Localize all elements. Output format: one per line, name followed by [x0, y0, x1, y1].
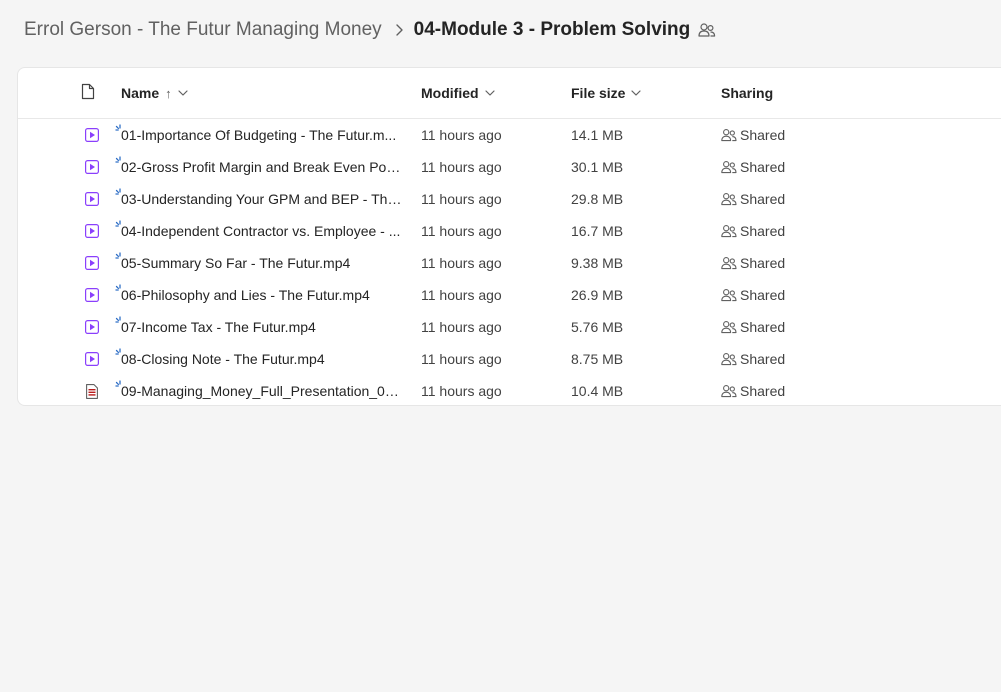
modified-column-header[interactable]: Modified	[421, 68, 495, 118]
file-row[interactable]: 07-Income Tax - The Futur.mp4 11 hours ag…	[18, 311, 1001, 343]
file-name-link[interactable]: 09-Managing_Money_Full_Presentation_06_.…	[121, 375, 403, 407]
sharing-label: Shared	[740, 127, 786, 143]
shared-people-icon	[721, 256, 740, 270]
sharing-label: Shared	[740, 351, 786, 367]
file-size: 8.75 MB	[571, 351, 624, 367]
chevron-down-icon	[631, 90, 642, 96]
chevron-right-icon	[394, 23, 404, 37]
file-row[interactable]: 09-Managing_Money_Full_Presentation_06_.…	[18, 375, 1001, 407]
file-modified: 11 hours ago	[421, 223, 502, 239]
video-file-icon	[84, 223, 100, 239]
shared-people-icon	[721, 352, 740, 366]
file-row[interactable]: 06-Philosophy and Lies - The Futur.mp4 11…	[18, 279, 1001, 311]
file-size: 30.1 MB	[571, 159, 624, 175]
video-file-icon	[84, 255, 100, 271]
sharing-status[interactable]: Shared	[721, 343, 785, 375]
pdf-file-icon	[84, 383, 100, 399]
shared-people-icon[interactable]	[698, 22, 716, 38]
file-row[interactable]: 01-Importance Of Budgeting - The Futur.m…	[18, 119, 1001, 151]
shared-people-icon	[721, 160, 740, 174]
sharing-status[interactable]: Shared	[721, 279, 785, 311]
file-size-column-header[interactable]: File size	[571, 68, 642, 118]
document-icon	[81, 83, 95, 103]
video-file-icon	[84, 159, 100, 175]
sharing-status[interactable]: Shared	[721, 119, 785, 151]
sharing-label: Shared	[740, 383, 786, 399]
file-modified: 11 hours ago	[421, 319, 502, 335]
file-modified: 11 hours ago	[421, 287, 502, 303]
file-name-link[interactable]: 04-Independent Contractor vs. Employee -…	[121, 215, 403, 247]
file-modified: 11 hours ago	[421, 127, 502, 143]
file-row[interactable]: 02-Gross Profit Margin and Break Even Po…	[18, 151, 1001, 183]
shared-people-icon	[721, 384, 740, 398]
file-name-link[interactable]: 05-Summary So Far - The Futur.mp4	[121, 247, 403, 279]
sharing-header-label: Sharing	[721, 85, 774, 101]
chevron-down-icon	[178, 90, 188, 96]
file-row[interactable]: 05-Summary So Far - The Futur.mp4 11 hour…	[18, 247, 1001, 279]
file-size: 9.38 MB	[571, 255, 624, 271]
file-size: 26.9 MB	[571, 287, 624, 303]
sharing-label: Shared	[740, 159, 786, 175]
file-modified: 11 hours ago	[421, 351, 502, 367]
sharing-status[interactable]: Shared	[721, 151, 785, 183]
file-list-header: Name ↑ Modified File size Sharing	[18, 68, 1001, 119]
file-name-link[interactable]: 06-Philosophy and Lies - The Futur.mp4	[121, 279, 403, 311]
shared-people-icon	[721, 224, 740, 238]
file-name-link[interactable]: 02-Gross Profit Margin and Break Even Po…	[121, 151, 403, 183]
chevron-down-icon	[484, 90, 495, 96]
file-rows: 01-Importance Of Budgeting - The Futur.m…	[18, 119, 1001, 407]
sharing-status[interactable]: Shared	[721, 375, 785, 407]
name-header-label: Name	[121, 85, 160, 101]
sharing-label: Shared	[740, 191, 786, 207]
file-modified: 11 hours ago	[421, 255, 502, 271]
file-size: 5.76 MB	[571, 319, 624, 335]
video-file-icon	[84, 319, 100, 335]
file-size: 16.7 MB	[571, 223, 624, 239]
file-modified: 11 hours ago	[421, 383, 502, 399]
shared-people-icon	[721, 128, 740, 142]
file-row[interactable]: 08-Closing Note - The Futur.mp4 11 hours …	[18, 343, 1001, 375]
sharing-label: Shared	[740, 223, 786, 239]
file-modified: 11 hours ago	[421, 159, 502, 175]
video-file-icon	[84, 191, 100, 207]
sharing-status[interactable]: Shared	[721, 247, 785, 279]
sharing-column-header[interactable]: Sharing	[721, 68, 773, 118]
sort-ascending-icon: ↑	[165, 85, 172, 101]
file-name-link[interactable]: 01-Importance Of Budgeting - The Futur.m…	[121, 119, 403, 151]
sharing-label: Shared	[740, 255, 786, 271]
video-file-icon	[84, 127, 100, 143]
shared-people-icon	[721, 288, 740, 302]
file-row[interactable]: 03-Understanding Your GPM and BEP - The.…	[18, 183, 1001, 215]
name-column-header[interactable]: Name ↑	[121, 68, 188, 118]
breadcrumb-parent-folder[interactable]: Errol Gerson - The Futur Managing Money	[24, 19, 382, 41]
shared-people-icon	[721, 192, 740, 206]
shared-people-icon	[721, 320, 740, 334]
file-modified: 11 hours ago	[421, 191, 502, 207]
file-size: 10.4 MB	[571, 383, 624, 399]
video-file-icon	[84, 287, 100, 303]
sharing-status[interactable]: Shared	[721, 311, 785, 343]
sharing-label: Shared	[740, 287, 786, 303]
file-name-link[interactable]: 07-Income Tax - The Futur.mp4	[121, 311, 403, 343]
breadcrumb: Errol Gerson - The Futur Managing Money …	[24, 16, 716, 44]
file-size: 29.8 MB	[571, 191, 624, 207]
file-name-link[interactable]: 03-Understanding Your GPM and BEP - The.…	[121, 183, 403, 215]
file-type-column-header[interactable]	[81, 68, 95, 118]
file-row[interactable]: 04-Independent Contractor vs. Employee -…	[18, 215, 1001, 247]
sharing-label: Shared	[740, 319, 786, 335]
file-list: Name ↑ Modified File size Sharing 01-Imp…	[17, 67, 1001, 406]
sharing-status[interactable]: Shared	[721, 183, 785, 215]
file-size-header-label: File size	[571, 85, 626, 101]
sharing-status[interactable]: Shared	[721, 215, 785, 247]
breadcrumb-current-folder: 04-Module 3 - Problem Solving	[413, 19, 691, 40]
modified-header-label: Modified	[421, 85, 479, 101]
file-name-link[interactable]: 08-Closing Note - The Futur.mp4	[121, 343, 403, 375]
file-size: 14.1 MB	[571, 127, 624, 143]
video-file-icon	[84, 351, 100, 367]
